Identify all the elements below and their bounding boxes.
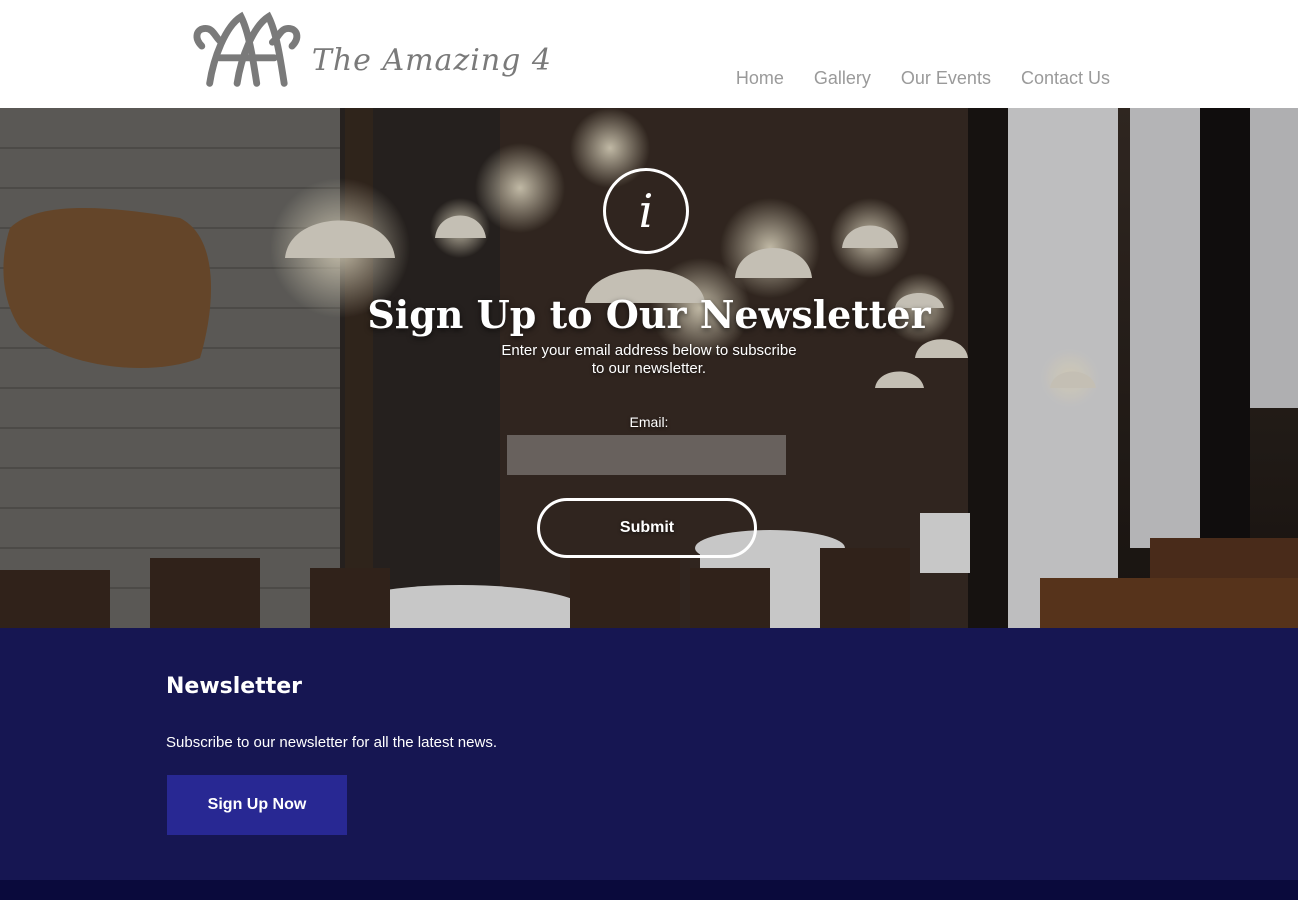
email-input[interactable]	[507, 435, 786, 475]
newsletter-description: Subscribe to our newsletter for all the …	[166, 734, 497, 751]
hero-title: Sign Up to Our Newsletter	[367, 292, 931, 337]
nav-gallery[interactable]: Gallery	[814, 68, 871, 89]
newsletter-title: Newsletter	[166, 674, 303, 699]
info-icon-glyph: i	[638, 184, 654, 238]
footer-strip	[0, 880, 1298, 900]
site-logo[interactable]: The Amazing 4	[192, 6, 552, 96]
site-header: The Amazing 4 Home Gallery Our Events Co…	[0, 0, 1298, 108]
main-nav: Home Gallery Our Events Contact Us	[736, 68, 1110, 89]
nav-our-events[interactable]: Our Events	[901, 68, 991, 89]
nav-contact-us[interactable]: Contact Us	[1021, 68, 1110, 89]
email-label: Email:	[629, 414, 669, 430]
nav-home[interactable]: Home	[736, 68, 784, 89]
newsletter-signup-form: i Sign Up to Our Newsletter Enter your e…	[0, 108, 1298, 628]
page: The Amazing 4 Home Gallery Our Events Co…	[0, 0, 1298, 900]
submit-button[interactable]: Submit	[537, 498, 757, 558]
info-icon: i	[603, 168, 689, 254]
sign-up-now-button[interactable]: Sign Up Now	[167, 775, 347, 835]
hero-section: i Sign Up to Our Newsletter Enter your e…	[0, 108, 1298, 628]
hero-subtitle: Enter your email address below to subscr…	[501, 342, 797, 377]
logo-monogram-icon	[193, 11, 301, 87]
newsletter-section: Newsletter Subscribe to our newsletter f…	[0, 628, 1298, 880]
logo-text: The Amazing 4	[311, 42, 552, 78]
